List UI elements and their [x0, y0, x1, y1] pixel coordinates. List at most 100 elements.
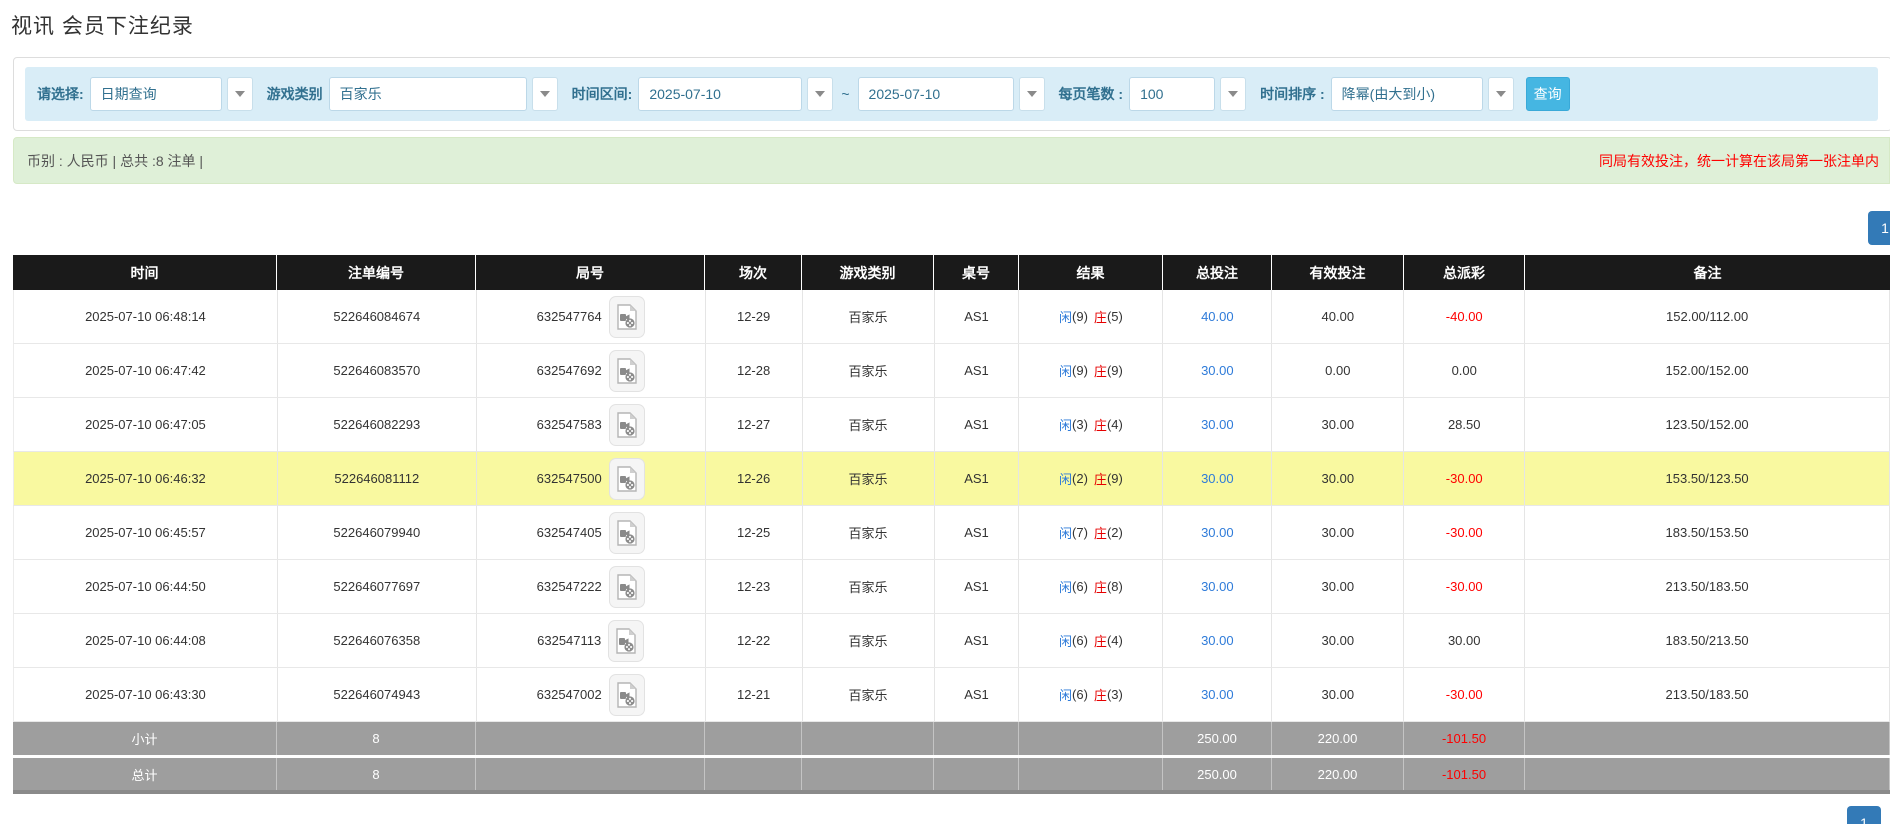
video-replay-button[interactable] — [609, 296, 645, 338]
cell-bet-id: 522646074943 — [278, 668, 477, 721]
cell-table-no: AS1 — [935, 344, 1020, 397]
subtotal-payout: -101.50 — [1404, 722, 1525, 755]
page-title: 视讯 会员下注纪录 — [11, 10, 194, 40]
cell-table-no: AS1 — [935, 560, 1020, 613]
cell-session: 12-21 — [706, 668, 803, 721]
cell-total-bet[interactable]: 30.00 — [1163, 398, 1272, 451]
cell-game-type: 百家乐 — [803, 614, 935, 667]
column-header-time: 时间 — [13, 255, 277, 290]
video-replay-button[interactable] — [609, 350, 645, 392]
cell-session: 12-23 — [706, 560, 803, 613]
round-id-text: 632547583 — [537, 417, 602, 432]
table-row: 2025-07-10 06:43:30 522646074943 6325470… — [13, 668, 1890, 722]
game-type-select[interactable]: 百家乐 — [329, 77, 527, 111]
cell-payout: -30.00 — [1404, 506, 1525, 559]
result-banker-value: (9) — [1107, 471, 1123, 486]
column-header-valid-bet: 有效投注 — [1272, 255, 1404, 290]
video-replay-button[interactable] — [609, 512, 645, 554]
video-file-icon — [616, 358, 638, 384]
result-banker-value: (4) — [1107, 417, 1123, 432]
table-header-row: 时间 注单编号 局号 场次 游戏类别 桌号 结果 总投注 有效投注 总派彩 备注 — [13, 255, 1890, 290]
result-player-label: 闲 — [1059, 523, 1072, 542]
video-file-icon — [616, 466, 638, 492]
cell-game-type: 百家乐 — [803, 290, 935, 343]
cell-time: 2025-07-10 06:47:42 — [14, 344, 278, 397]
cell-time: 2025-07-10 06:48:14 — [14, 290, 278, 343]
cell-time: 2025-07-10 06:47:05 — [14, 398, 278, 451]
cell-session: 12-25 — [706, 506, 803, 559]
cell-total-bet[interactable]: 40.00 — [1163, 290, 1272, 343]
cell-total-bet[interactable]: 30.00 — [1163, 614, 1272, 667]
page-size-dropdown-arrow[interactable] — [1220, 77, 1246, 111]
cell-remark: 183.50/213.50 — [1525, 614, 1890, 667]
result-banker-label: 庄 — [1094, 307, 1107, 326]
grand-total-total-bet: 250.00 — [1163, 758, 1272, 790]
result-player-label: 闲 — [1059, 685, 1072, 704]
cell-valid-bet: 30.00 — [1272, 398, 1404, 451]
result-player-label: 闲 — [1059, 469, 1072, 488]
video-replay-button[interactable] — [608, 620, 644, 662]
video-replay-button[interactable] — [609, 404, 645, 446]
date-from-dropdown-arrow[interactable] — [807, 77, 833, 111]
filter-panel: 请选择: 日期查询 游戏类别 百家乐 时间区间: 2025-07-10 ~ 20… — [13, 57, 1890, 131]
round-id-text: 632547500 — [537, 471, 602, 486]
result-banker-value: (8) — [1107, 579, 1123, 594]
date-from-input[interactable]: 2025-07-10 — [638, 77, 802, 111]
game-type-dropdown-arrow[interactable] — [532, 77, 558, 111]
subtotal-valid-bet: 220.00 — [1272, 722, 1404, 755]
cell-total-bet[interactable]: 30.00 — [1163, 506, 1272, 559]
chevron-down-icon — [1027, 91, 1037, 97]
cell-total-bet[interactable]: 30.00 — [1163, 668, 1272, 721]
result-player-label: 闲 — [1059, 361, 1072, 380]
grand-total-count: 8 — [277, 758, 476, 790]
result-banker-label: 庄 — [1094, 415, 1107, 434]
pagination-page-button-bottom[interactable]: 1 — [1847, 806, 1881, 824]
search-button[interactable]: 查询 — [1526, 77, 1570, 111]
query-mode-select[interactable]: 日期查询 — [90, 77, 222, 111]
cell-round-id: 632547764 — [477, 290, 706, 343]
date-to-dropdown-arrow[interactable] — [1019, 77, 1045, 111]
result-banker-label: 庄 — [1094, 631, 1107, 650]
subtotal-count: 8 — [277, 722, 476, 755]
table-row: 2025-07-10 06:46:32 522646081112 6325475… — [13, 452, 1890, 506]
time-sort-dropdown-arrow[interactable] — [1488, 77, 1514, 111]
valid-bet-notice: 同局有效投注，统一计算在该局第一张注单内 — [1599, 151, 1879, 171]
cell-total-bet[interactable]: 30.00 — [1163, 344, 1272, 397]
result-banker-label: 庄 — [1094, 469, 1107, 488]
column-header-payout: 总派彩 — [1404, 255, 1525, 290]
cell-result: 闲(6) 庄(8) — [1019, 560, 1163, 613]
time-sort-select[interactable]: 降幂(由大到小) — [1331, 77, 1483, 111]
cell-valid-bet: 30.00 — [1272, 506, 1404, 559]
column-header-remark: 备注 — [1525, 255, 1890, 290]
cell-result: 闲(3) 庄(4) — [1019, 398, 1163, 451]
cell-table-no: AS1 — [935, 398, 1020, 451]
cell-result: 闲(9) 庄(9) — [1019, 344, 1163, 397]
result-player-value: (6) — [1072, 579, 1088, 594]
cell-result: 闲(9) 庄(5) — [1019, 290, 1163, 343]
result-banker-value: (9) — [1107, 363, 1123, 378]
query-mode-label: 请选择: — [37, 84, 84, 104]
cell-game-type: 百家乐 — [803, 344, 935, 397]
video-replay-button[interactable] — [609, 458, 645, 500]
result-banker-label: 庄 — [1094, 523, 1107, 542]
cell-total-bet[interactable]: 30.00 — [1163, 560, 1272, 613]
pagination-page-button-top[interactable]: 1 — [1868, 211, 1890, 245]
video-replay-button[interactable] — [609, 566, 645, 608]
cell-session: 12-28 — [706, 344, 803, 397]
video-file-icon — [616, 520, 638, 546]
cell-round-id: 632547583 — [477, 398, 706, 451]
cell-total-bet[interactable]: 30.00 — [1163, 452, 1272, 505]
round-id-text: 632547405 — [537, 525, 602, 540]
date-to-input[interactable]: 2025-07-10 — [858, 77, 1014, 111]
query-mode-dropdown-arrow[interactable] — [227, 77, 253, 111]
video-file-icon — [616, 574, 638, 600]
page-size-select[interactable]: 100 — [1129, 77, 1215, 111]
cell-game-type: 百家乐 — [803, 668, 935, 721]
cell-remark: 152.00/152.00 — [1525, 344, 1890, 397]
result-banker-value: (3) — [1107, 687, 1123, 702]
cell-result: 闲(2) 庄(9) — [1019, 452, 1163, 505]
video-replay-button[interactable] — [609, 674, 645, 716]
result-player-value: (2) — [1072, 471, 1088, 486]
cell-round-id: 632547002 — [477, 668, 706, 721]
cell-payout: 28.50 — [1404, 398, 1525, 451]
